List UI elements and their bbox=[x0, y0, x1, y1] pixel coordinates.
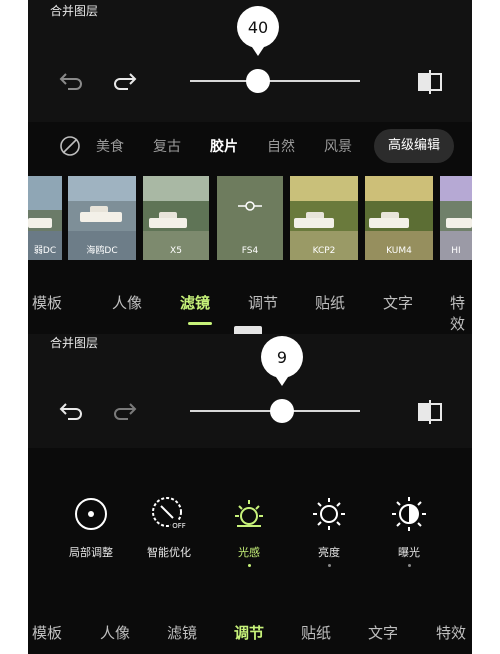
bubble-pointer bbox=[274, 374, 290, 386]
redo-icon[interactable] bbox=[112, 398, 138, 424]
filter-thumb-1[interactable]: 海鸥DC bbox=[68, 176, 136, 260]
bottom-tab-bar-2: 模板 人像 滤镜 调节 贴纸 文字 特效 bbox=[28, 606, 472, 654]
filter-category-food[interactable]: 美食 bbox=[96, 136, 124, 156]
filter-thumb-label: HI bbox=[451, 246, 461, 256]
bubble-pointer bbox=[250, 44, 266, 56]
tab-effects[interactable]: 特效 bbox=[450, 292, 472, 334]
merge-layers-label[interactable]: 合并图层 bbox=[50, 2, 98, 19]
magic-wand-icon: OFF bbox=[152, 497, 187, 530]
sun-icon bbox=[235, 500, 263, 527]
filter-thumb-label: 海鸥DC bbox=[86, 246, 118, 256]
intensity-slider-track[interactable] bbox=[190, 80, 360, 82]
slider-value: 40 bbox=[247, 17, 269, 37]
slider-value-bubble: 40 bbox=[237, 6, 279, 48]
advanced-edit-button[interactable]: 高级编辑 bbox=[374, 129, 455, 163]
filter-thumb-label: X5 bbox=[170, 246, 182, 256]
drag-handle[interactable] bbox=[234, 326, 262, 334]
panel1-top-bar: 合并图层 40 bbox=[28, 0, 472, 122]
indicator-dot bbox=[327, 564, 331, 567]
panel2-top-bar: 合并图层 9 bbox=[28, 334, 472, 448]
tool-label: 智能优化 bbox=[147, 546, 191, 559]
tab-portrait[interactable]: 人像 bbox=[112, 292, 142, 313]
filter-thumb-label: KUM4 bbox=[386, 246, 412, 256]
tool-label: 曝光 bbox=[398, 546, 420, 559]
tool-brightness[interactable]: 亮度 bbox=[294, 494, 364, 567]
tab-template[interactable]: 模板 bbox=[32, 622, 62, 643]
tool-label: 局部调整 bbox=[69, 546, 113, 559]
adjust-slider-knob[interactable] bbox=[270, 399, 294, 423]
tab-filter[interactable]: 滤镜 bbox=[180, 292, 210, 313]
filter-thumb-2[interactable]: X5 bbox=[143, 176, 209, 260]
filter-category-landscape[interactable]: 风景 bbox=[324, 136, 352, 156]
tab-sticker[interactable]: 贴纸 bbox=[301, 622, 331, 643]
undo-icon[interactable] bbox=[58, 68, 84, 94]
svg-text:OFF: OFF bbox=[172, 522, 186, 530]
tab-sticker[interactable]: 贴纸 bbox=[315, 292, 345, 313]
tool-exposure[interactable]: 曝光 bbox=[374, 494, 444, 567]
active-indicator-dot bbox=[247, 564, 251, 567]
tab-filter[interactable]: 滤镜 bbox=[167, 622, 197, 643]
filter-thumb-6[interactable]: HI bbox=[440, 176, 472, 260]
tab-text[interactable]: 文字 bbox=[368, 622, 398, 643]
compare-icon[interactable] bbox=[416, 68, 446, 96]
adjust-tools-panel: 局部调整 OFF 智能优化 光感 亮度 曝光 bbox=[28, 448, 472, 606]
tool-label: 亮度 bbox=[318, 546, 340, 559]
brightness-icon bbox=[313, 498, 345, 530]
compare-icon[interactable] bbox=[416, 398, 446, 426]
tab-portrait[interactable]: 人像 bbox=[100, 622, 130, 643]
undo-icon[interactable] bbox=[58, 398, 84, 424]
intensity-slider-knob[interactable] bbox=[246, 69, 270, 93]
tool-light-sense[interactable]: 光感 bbox=[214, 494, 284, 567]
tool-label: 光感 bbox=[238, 546, 260, 559]
filter-thumb-label: 弱DC bbox=[33, 246, 57, 256]
filter-thumb-4[interactable]: KCP2 bbox=[290, 176, 358, 260]
filter-category-nature[interactable]: 自然 bbox=[267, 136, 295, 156]
target-icon bbox=[75, 498, 107, 530]
adjust-filter-icon[interactable] bbox=[237, 198, 263, 214]
merge-layers-label[interactable]: 合并图层 bbox=[50, 334, 98, 351]
filter-thumb-label: KCP2 bbox=[312, 246, 336, 256]
no-filter-icon[interactable] bbox=[58, 134, 82, 158]
filter-thumb-0[interactable]: 弱DC bbox=[28, 176, 62, 260]
bottom-tab-bar-1: 模板 人像 滤镜 调节 贴纸 文字 特效 bbox=[28, 270, 472, 334]
tab-text[interactable]: 文字 bbox=[383, 292, 413, 313]
filter-thumbnail-strip: 弱DC 海鸥DC X5 FS4 KCP2 KUM4 HI bbox=[28, 170, 472, 270]
redo-icon[interactable] bbox=[112, 68, 138, 94]
tab-adjust[interactable]: 调节 bbox=[234, 622, 264, 643]
tab-effects[interactable]: 特效 bbox=[436, 622, 466, 643]
tab-adjust[interactable]: 调节 bbox=[248, 292, 278, 313]
active-tab-indicator bbox=[188, 322, 212, 325]
filter-category-retro[interactable]: 复古 bbox=[153, 136, 181, 156]
tool-smart-optimize[interactable]: OFF 智能优化 bbox=[134, 494, 204, 560]
indicator-dot bbox=[407, 564, 411, 567]
filter-category-bar: 美食 复古 胶片 自然 风景 高级编辑 bbox=[28, 122, 472, 170]
filter-thumb-3-selected[interactable]: FS4 bbox=[217, 176, 283, 260]
tab-template[interactable]: 模板 bbox=[32, 292, 62, 313]
tool-local-adjust[interactable]: 局部调整 bbox=[56, 494, 126, 560]
filter-thumb-5[interactable]: KUM4 bbox=[365, 176, 433, 260]
filter-thumb-label: FS4 bbox=[241, 246, 259, 256]
slider-value: 9 bbox=[276, 347, 288, 367]
exposure-icon bbox=[392, 497, 426, 531]
filter-category-film[interactable]: 胶片 bbox=[210, 136, 238, 156]
slider-value-bubble: 9 bbox=[261, 336, 303, 378]
